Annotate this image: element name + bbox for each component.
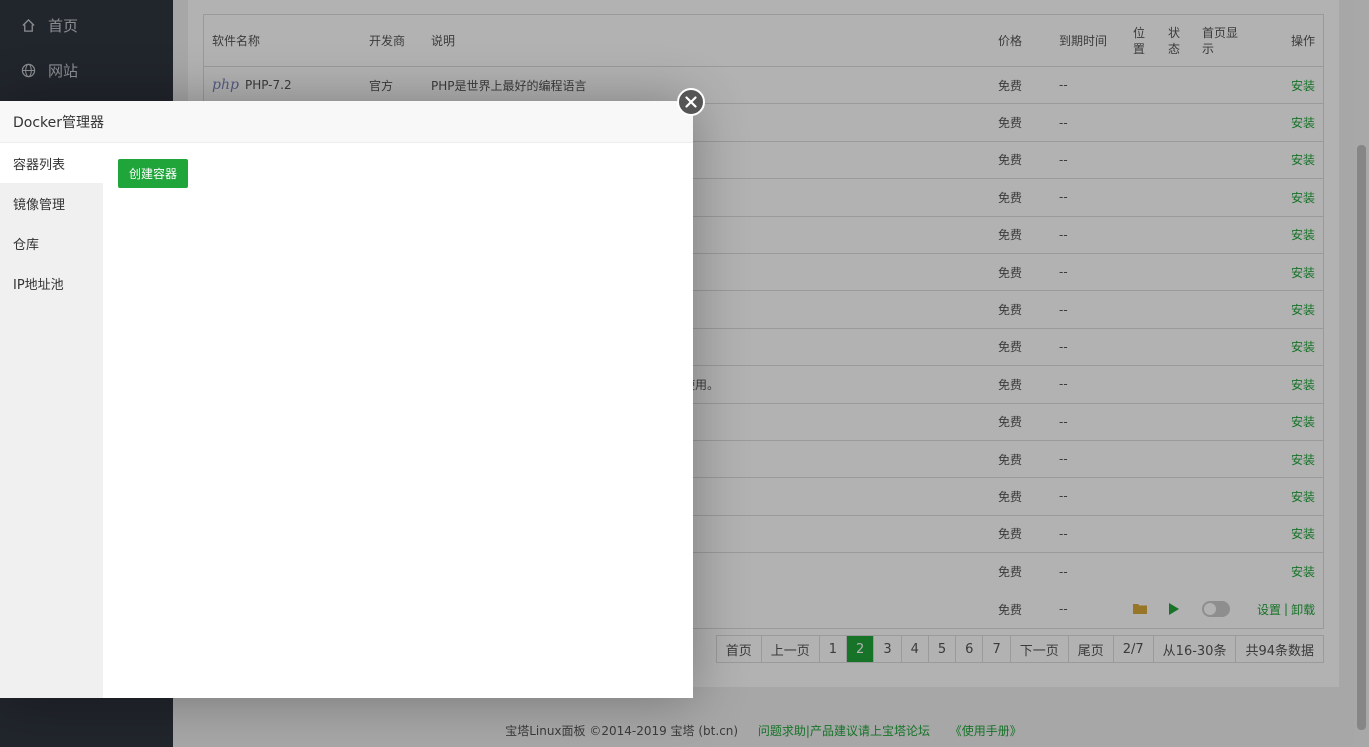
nav-repository[interactable]: 仓库 — [0, 223, 103, 263]
dialog-title: Docker管理器 — [0, 101, 693, 143]
docker-dialog: Docker管理器 容器列表 镜像管理 仓库 IP地址池 创建容器 — [0, 101, 693, 698]
dialog-nav: 容器列表 镜像管理 仓库 IP地址池 — [0, 143, 103, 698]
nav-image-management[interactable]: 镜像管理 — [0, 183, 103, 223]
nav-container-list[interactable]: 容器列表 — [0, 143, 103, 183]
dialog-body: 创建容器 — [103, 143, 693, 698]
nav-ip-pool[interactable]: IP地址池 — [0, 263, 103, 303]
close-icon[interactable] — [677, 88, 705, 116]
create-container-button[interactable]: 创建容器 — [118, 159, 189, 188]
